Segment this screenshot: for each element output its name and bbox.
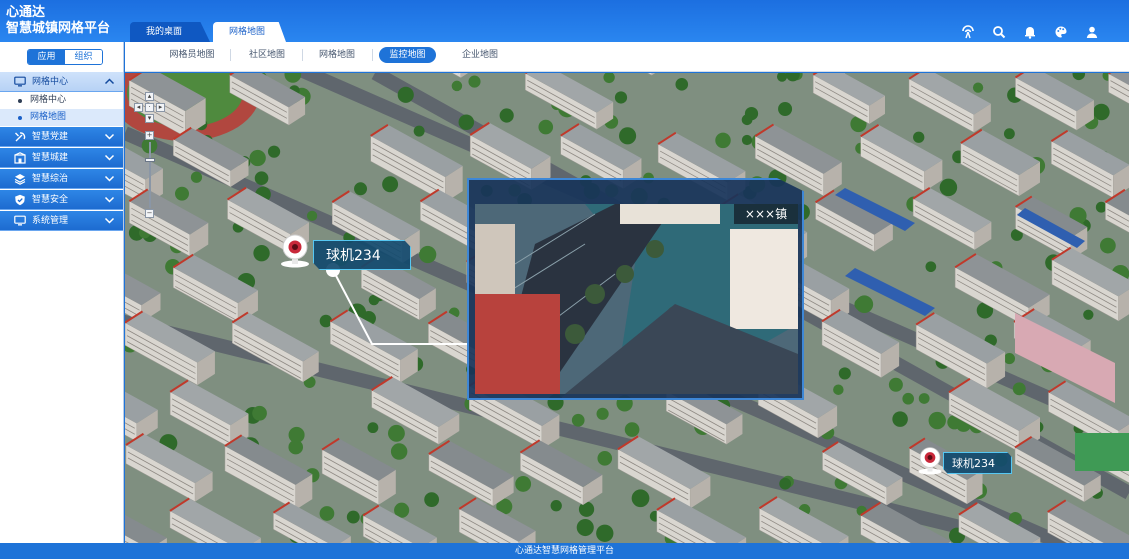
- camera-label[interactable]: 球机234: [943, 452, 1012, 474]
- video-location-title: ×××镇: [734, 204, 798, 224]
- video-popup[interactable]: ×××镇: [467, 178, 804, 400]
- footer-bar: 心通达智慧网格管理平台: [0, 543, 1129, 559]
- camera-icon[interactable]: [916, 445, 944, 475]
- camera-video-feed[interactable]: [475, 204, 798, 394]
- camera-label[interactable]: 球机234: [313, 240, 411, 270]
- camera-icon[interactable]: [278, 232, 312, 268]
